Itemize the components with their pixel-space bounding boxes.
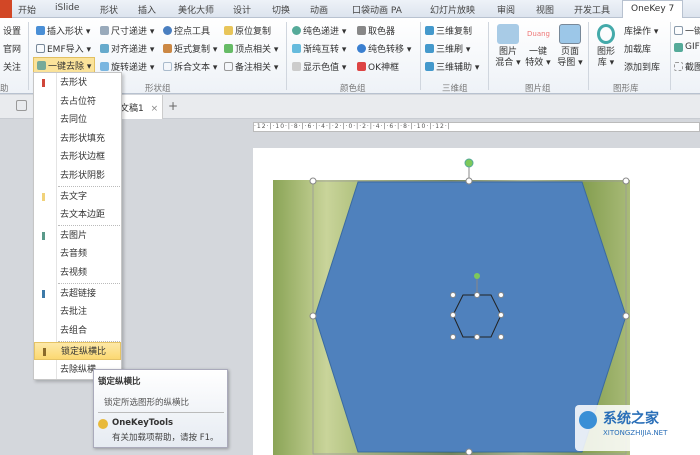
menu-item[interactable]: 去音频 [34, 245, 121, 263]
menu-item-label: 去占位符 [60, 96, 97, 107]
menu-item[interactable]: 去文字 [34, 188, 121, 206]
menu-item-label: 去形状边框 [60, 152, 106, 163]
menu-item-label: 去除纵横 [60, 365, 97, 375]
menu-item-label: 去形状阴影 [60, 171, 106, 181]
menu-item-label: 去超链接 [60, 288, 97, 299]
menu-item-label: 去文本边距 [60, 210, 106, 221]
menu-item-label: 锁定纵横比 [61, 347, 107, 358]
menu-item[interactable]: 去文本边距 [34, 206, 121, 224]
watermark: 系统之家 XITONGZHIJIA.NET [575, 405, 697, 451]
menu-item-label: 去批注 [60, 307, 88, 318]
rotate-handle[interactable] [464, 158, 474, 168]
menu-item-label: 去同位 [60, 115, 88, 126]
tooltip-title: 锁定纵横比 [98, 377, 141, 387]
menu-item[interactable]: 去形状 [34, 74, 121, 92]
menu-item-label: 去视频 [60, 268, 88, 278]
menu-item-label: 去音频 [60, 249, 88, 260]
menu-item-label: 去文字 [60, 191, 88, 202]
menu-item-label: 去形状 [60, 78, 88, 88]
onekey-logo-icon [98, 419, 108, 429]
category-marker-icon [42, 79, 45, 87]
tooltip-brand: OneKeyTools [112, 418, 174, 428]
tooltip-description: 锁定所选图形的纵横比 [104, 398, 190, 408]
menu-item[interactable]: 去占位符 [34, 93, 121, 111]
menu-item-label: 去组合 [60, 325, 88, 336]
watermark-logo-icon [579, 411, 597, 429]
category-marker-icon [42, 289, 45, 298]
menu-item[interactable]: 去视频 [34, 264, 121, 282]
menu-item[interactable]: 锁定纵横比 [34, 342, 121, 361]
one-click-remove-menu: 去形状去占位符去同位去形状填充去形状边框去形状阴影去文字去文本边距去图片去音频去… [33, 72, 122, 380]
menu-item-label: 去形状填充 [60, 133, 106, 144]
small-rotate-handle[interactable] [474, 273, 480, 279]
tooltip-help: 有关加载项帮助，请按 F1。 [112, 433, 219, 443]
category-marker-icon [43, 348, 46, 357]
menu-item[interactable]: 去形状阴影 [34, 167, 121, 185]
tooltip: 锁定纵横比 锁定所选图形的纵横比 OneKeyTools 有关加载项帮助，请按 … [93, 369, 228, 448]
menu-item[interactable]: 去批注 [34, 303, 121, 321]
menu-item[interactable]: 去形状边框 [34, 148, 121, 166]
menu-item[interactable]: 去同位 [34, 111, 121, 129]
category-marker-icon [42, 192, 45, 201]
menu-item[interactable]: 去形状填充 [34, 130, 121, 148]
menu-item[interactable]: 去图片 [34, 227, 121, 245]
watermark-text: 系统之家 [603, 411, 659, 427]
category-marker-icon [42, 231, 45, 240]
menu-item[interactable]: 去组合 [34, 322, 121, 340]
menu-item-label: 去图片 [60, 230, 88, 241]
menu-item[interactable]: 去超链接 [34, 285, 121, 303]
watermark-url: XITONGZHIJIA.NET [603, 429, 668, 437]
